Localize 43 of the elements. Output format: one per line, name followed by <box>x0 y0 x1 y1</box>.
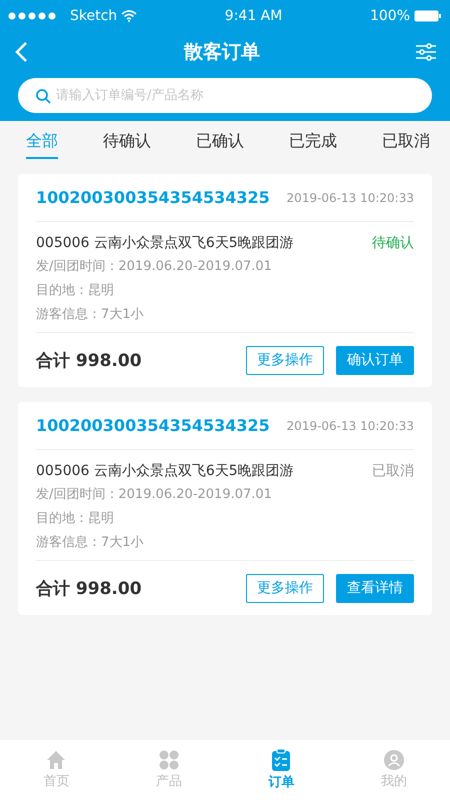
tab-bar-item[interactable]: 我的 <box>364 749 424 791</box>
more-actions-button[interactable]: 更多操作 <box>246 574 324 602</box>
clipboard-icon <box>271 749 292 771</box>
order-detail: 游客信息：7大1小 <box>36 306 145 324</box>
back-button[interactable] <box>14 41 28 63</box>
filter-tab[interactable]: 已完成 <box>289 121 337 159</box>
order-number: 100200300354354534325 <box>36 188 270 207</box>
filter-tab[interactable]: 已取消 <box>382 121 430 159</box>
battery-icon <box>414 10 442 22</box>
tab-bar-item[interactable]: 订单 <box>251 748 312 792</box>
filter-button[interactable] <box>416 43 436 61</box>
primary-button[interactable]: 确认订单 <box>336 346 414 374</box>
carrier-name: Sketch <box>70 8 118 24</box>
product-name: 005006 云南小众景点双飞6天5晚跟团游 <box>36 234 294 252</box>
order-status: 已取消 <box>372 462 414 480</box>
user-icon <box>384 750 404 770</box>
primary-button[interactable]: 查看详情 <box>336 574 414 602</box>
page-title: 散客订单 <box>184 40 260 65</box>
search-field[interactable]: 请输入订单编号/产品名称 <box>18 78 432 113</box>
order-number: 100200300354354534325 <box>36 416 270 435</box>
filter-tab[interactable]: 全部 <box>26 121 58 159</box>
tab-bar-item[interactable]: 首页 <box>26 749 86 791</box>
wifi-icon <box>121 10 138 22</box>
filter-tab[interactable]: 待确认 <box>103 121 151 159</box>
tab-bar-item[interactable]: 产品 <box>138 749 199 791</box>
battery-percent: 100% <box>370 8 410 24</box>
search-icon <box>35 88 51 104</box>
order-time: 2019-06-13 10:20:33 <box>286 190 414 204</box>
order-total: 合计 998.00 <box>36 578 142 600</box>
order-detail: 发/回团时间：2019.06.20-2019.07.01 <box>36 486 273 504</box>
order-total: 合计 998.00 <box>36 350 142 372</box>
order-detail: 目的地：昆明 <box>36 282 115 300</box>
order-status: 待确认 <box>372 234 414 252</box>
home-icon <box>46 750 66 770</box>
order-detail: 目的地：昆明 <box>36 510 115 528</box>
grid-icon <box>158 750 179 770</box>
filter-tab[interactable]: 已确认 <box>196 121 244 159</box>
order-detail: 发/回团时间：2019.06.20-2019.07.01 <box>36 258 273 276</box>
more-actions-button[interactable]: 更多操作 <box>246 346 324 374</box>
product-name: 005006 云南小众景点双飞6天5晚跟团游 <box>36 462 294 480</box>
order-time: 2019-06-13 10:20:33 <box>286 418 414 432</box>
status-time: 9:41 AM <box>224 8 282 24</box>
order-detail: 游客信息：7大1小 <box>36 534 145 552</box>
